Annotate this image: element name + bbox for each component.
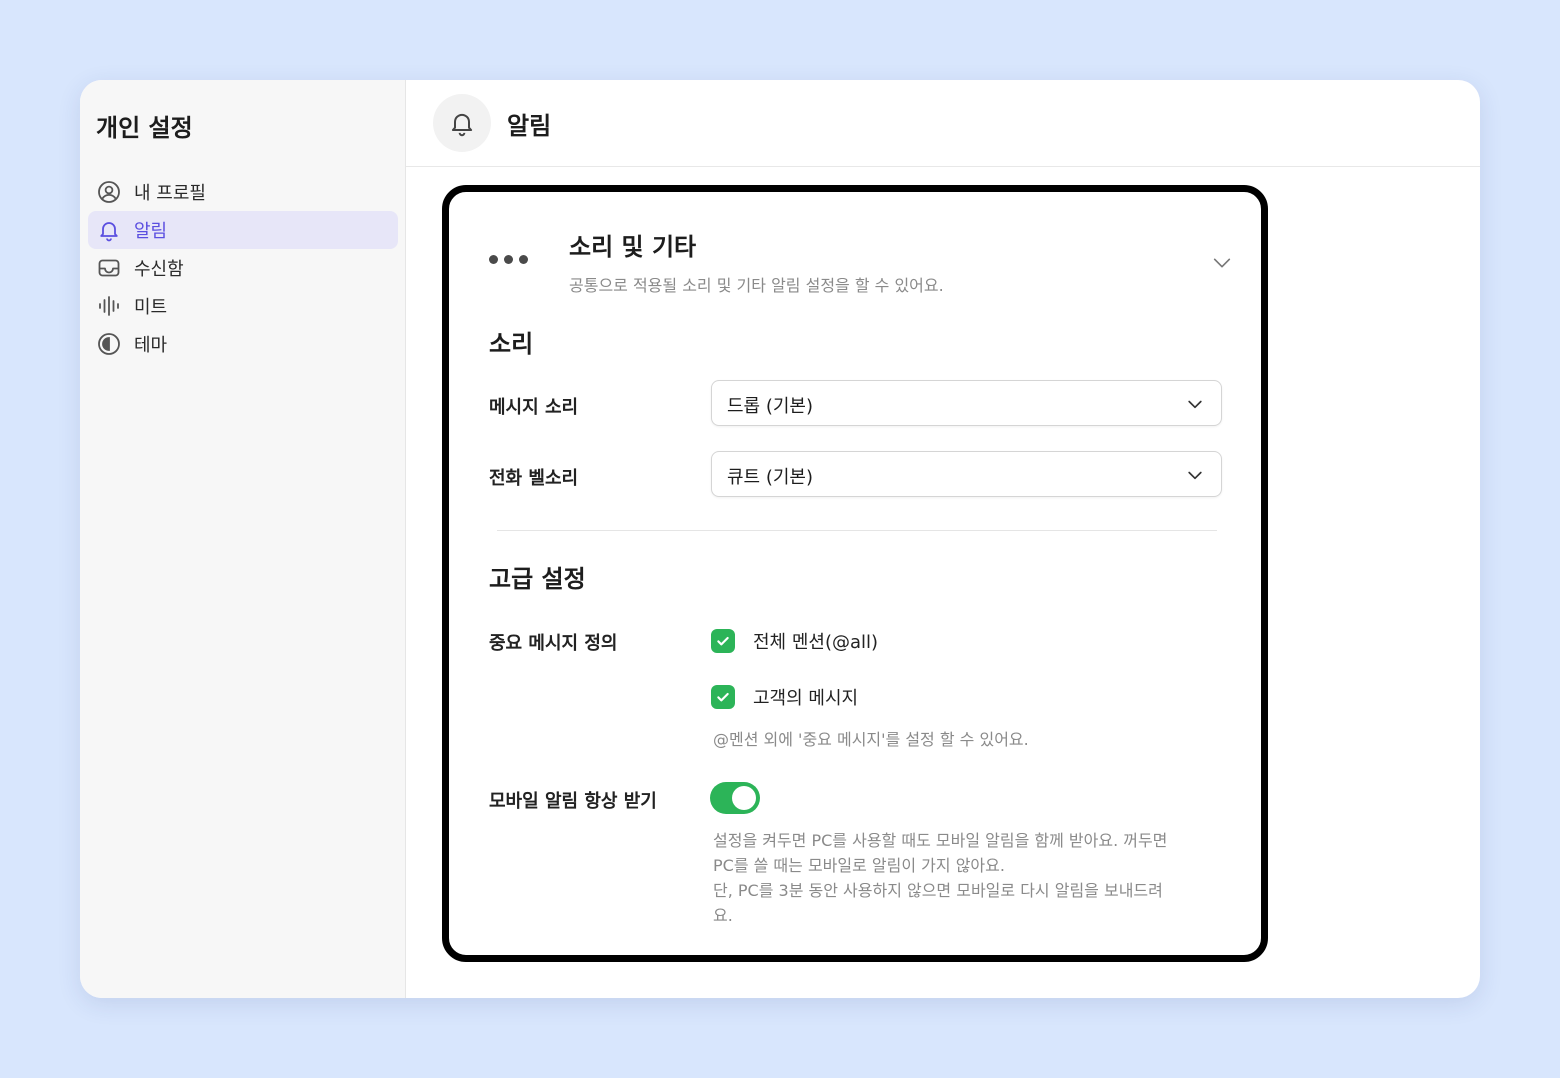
mobile-notification-toggle[interactable] <box>710 782 760 814</box>
advanced-section-title: 고급 설정 <box>489 565 586 593</box>
message-sound-value: 드롭 (기본) <box>727 396 814 417</box>
checkbox-customer-message[interactable]: 고객의 메시지 <box>711 684 858 710</box>
card-title: 소리 및 기타 <box>569 233 697 261</box>
sound-settings-card: 소리 및 기타 공통으로 적용될 소리 및 기타 알림 설정을 할 수 있어요.… <box>442 185 1268 962</box>
checkbox-label: 전체 멘션(@all) <box>753 632 879 653</box>
card-subtitle: 공통으로 적용될 소리 및 기타 알림 설정을 할 수 있어요. <box>569 276 944 295</box>
page-title: 알림 <box>507 112 552 140</box>
contrast-icon <box>96 331 122 357</box>
hint-line: 단, PC를 3분 동안 사용하지 않으면 모바일로 다시 알림을 보내드려 <box>713 881 1163 900</box>
chevron-down-icon <box>1188 471 1202 480</box>
ringtone-label: 전화 벨소리 <box>489 468 579 489</box>
important-message-hint: @멘션 외에 '중요 메시지'를 설정 할 수 있어요. <box>713 730 1029 749</box>
collapse-chevron-icon[interactable] <box>1211 252 1233 274</box>
message-sound-label: 메시지 소리 <box>489 397 579 418</box>
mobile-notification-hint: 설정을 켜두면 PC를 사용할 때도 모바일 알림을 함께 받아요. 꺼두면 P… <box>713 828 1223 928</box>
checkbox-checked-icon[interactable] <box>711 629 735 653</box>
user-circle-icon <box>96 179 122 205</box>
chevron-down-icon <box>1188 400 1202 409</box>
inbox-icon <box>96 255 122 281</box>
more-icon <box>489 255 528 264</box>
sidebar-item-meet[interactable]: 미트 <box>88 287 398 325</box>
sidebar-item-profile[interactable]: 내 프로필 <box>88 173 398 211</box>
bell-icon <box>96 217 122 243</box>
checkbox-all-mention[interactable]: 전체 멘션(@all) <box>711 628 878 654</box>
sidebar-nav: 내 프로필 알림 수신함 미트 테마 <box>88 173 398 363</box>
sidebar-item-label: 미트 <box>134 297 168 318</box>
mobile-notification-label: 모바일 알림 항상 받기 <box>489 791 657 812</box>
bell-icon <box>433 94 491 152</box>
checkbox-label: 고객의 메시지 <box>753 688 859 709</box>
message-sound-select[interactable]: 드롭 (기본) <box>711 380 1222 426</box>
audio-wave-icon <box>96 293 122 319</box>
settings-window: 개인 설정 내 프로필 알림 수신함 미트 테마 알림 소리 및 기타 공통으로… <box>80 80 1480 998</box>
hint-line: PC를 쓸 때는 모바일로 알림이 가지 않아요. <box>713 856 1005 875</box>
checkbox-checked-icon[interactable] <box>711 685 735 709</box>
hint-line: 요. <box>713 906 733 925</box>
sidebar-item-label: 내 프로필 <box>134 183 206 204</box>
sidebar-item-label: 테마 <box>134 335 168 356</box>
section-divider <box>497 530 1217 531</box>
ringtone-select[interactable]: 큐트 (기본) <box>711 451 1222 497</box>
important-message-label: 중요 메시지 정의 <box>489 633 618 654</box>
sidebar-item-notifications[interactable]: 알림 <box>88 211 398 249</box>
sidebar-item-label: 알림 <box>134 221 168 242</box>
sidebar-item-label: 수신함 <box>134 259 184 280</box>
main-content: 알림 소리 및 기타 공통으로 적용될 소리 및 기타 알림 설정을 할 수 있… <box>406 80 1480 998</box>
toggle-knob <box>732 786 756 810</box>
sound-section-title: 소리 <box>489 330 534 358</box>
sidebar: 개인 설정 내 프로필 알림 수신함 미트 테마 <box>80 80 406 998</box>
sidebar-item-theme[interactable]: 테마 <box>88 325 398 363</box>
sidebar-title: 개인 설정 <box>96 114 193 142</box>
ringtone-value: 큐트 (기본) <box>727 467 814 488</box>
sidebar-item-inbox[interactable]: 수신함 <box>88 249 398 287</box>
page-header: 알림 <box>406 80 1480 167</box>
hint-line: 설정을 켜두면 PC를 사용할 때도 모바일 알림을 함께 받아요. 꺼두면 <box>713 831 1168 850</box>
